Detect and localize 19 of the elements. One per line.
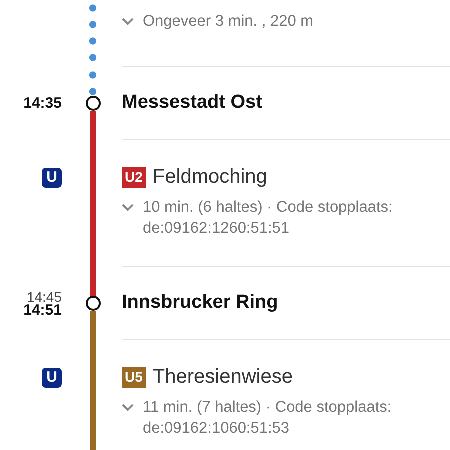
chevron-icon	[122, 404, 134, 412]
arrival-time: 14:45	[26, 290, 62, 304]
headsign: Feldmoching	[152, 166, 268, 189]
ride-details[interactable]: 10 min. (6 haltes) · Code stopplaats: de:09162:1260:51:51	[143, 197, 436, 239]
stop-marker	[86, 296, 100, 311]
walk-duration: Ongeveer 3 min. , 220 m	[143, 12, 314, 32]
stop-name: Innsbrucker Ring	[122, 292, 278, 314]
ride-details[interactable]: 11 min. (7 haltes) · Code stopplaats: de:09162:1060:51:53	[143, 397, 436, 439]
stop-name: Messestadt Ost	[122, 92, 262, 114]
departure-time: 14:35	[24, 96, 62, 110]
line-badge: U2	[122, 167, 146, 188]
departure-time: 14:51	[24, 304, 62, 318]
headsign: Theresienwiese	[152, 366, 293, 389]
subway-icon: U	[42, 368, 62, 388]
chevron-icon	[122, 18, 134, 26]
line-badge: U5	[122, 367, 146, 388]
stop-marker	[86, 96, 100, 111]
subway-icon: U	[42, 168, 62, 188]
chevron-icon	[122, 204, 134, 212]
